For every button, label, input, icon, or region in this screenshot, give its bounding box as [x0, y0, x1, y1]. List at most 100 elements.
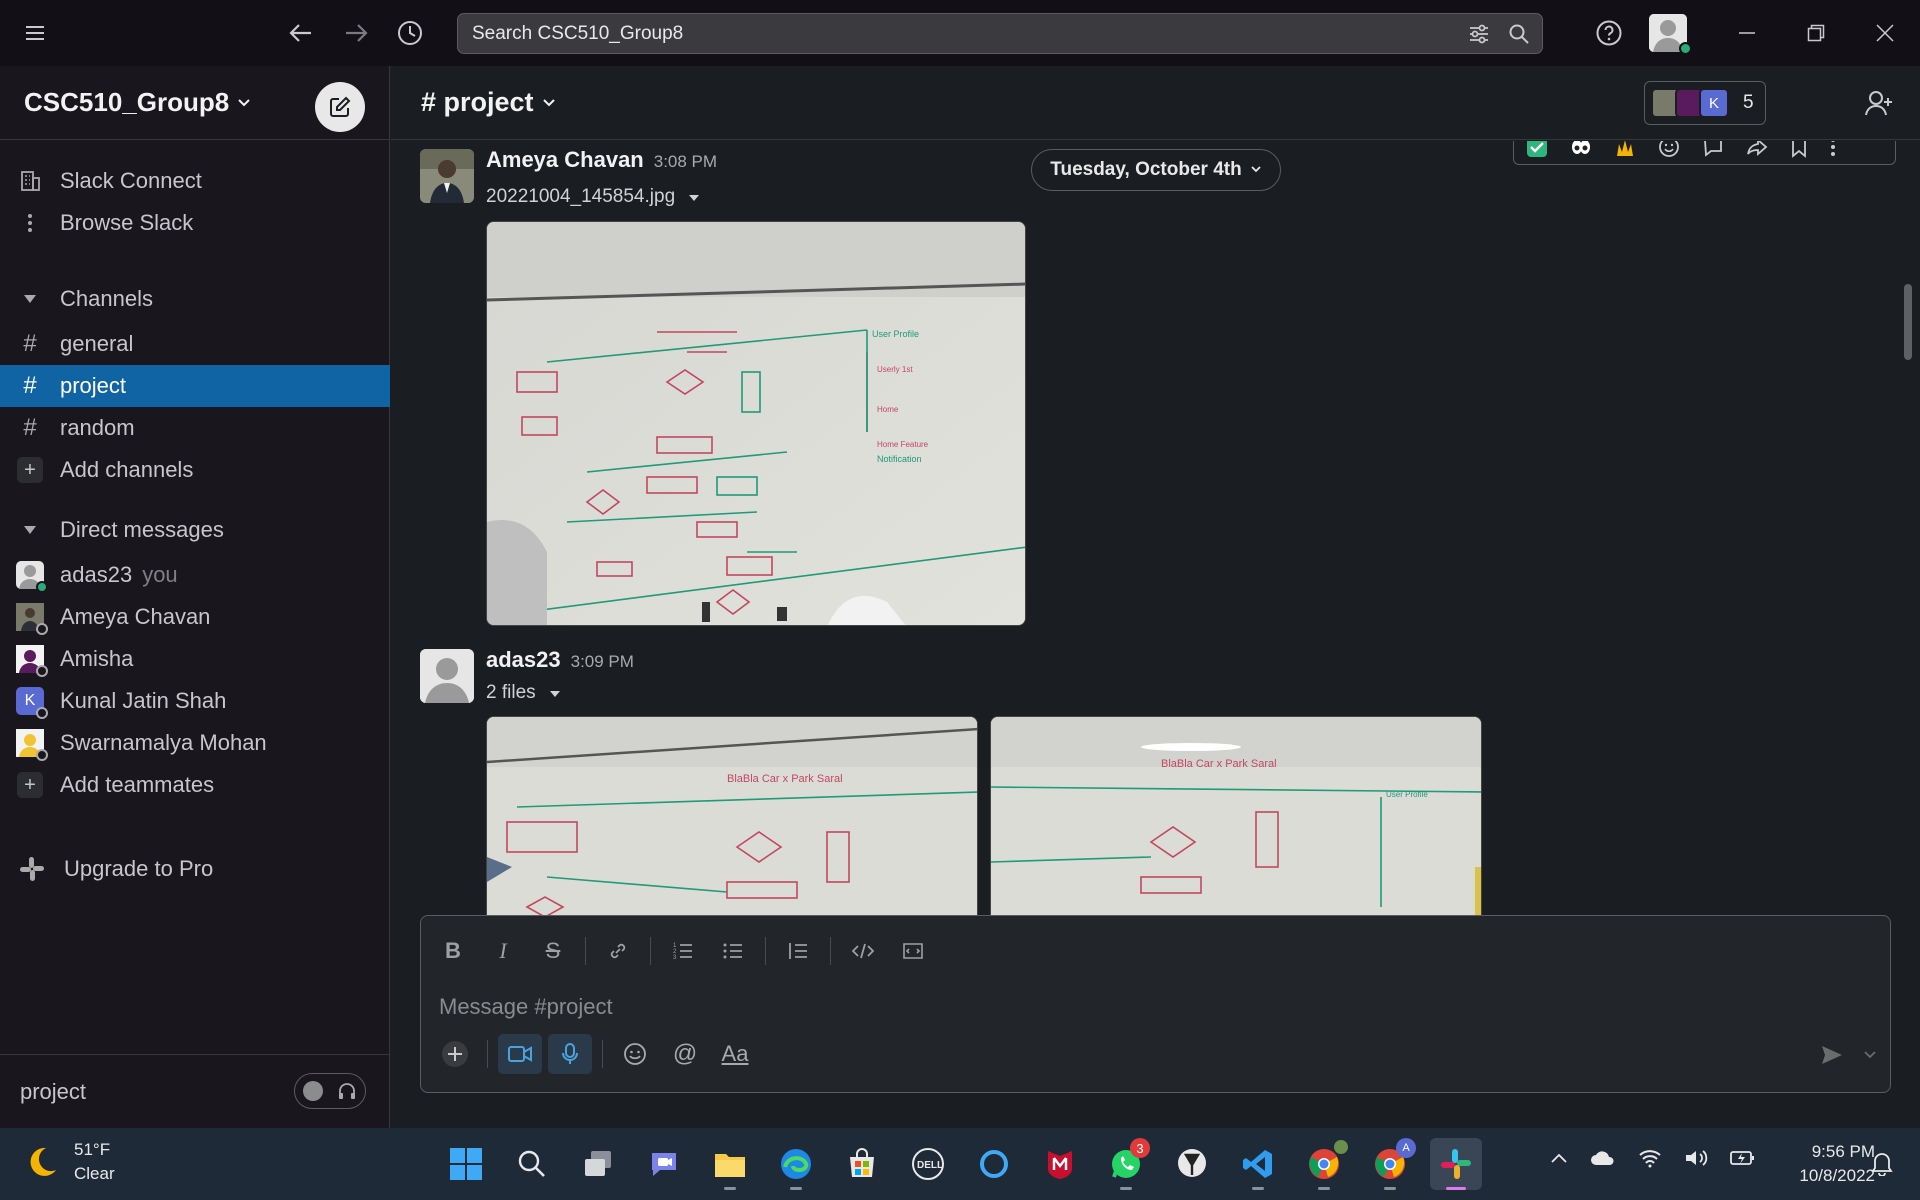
chevron-down-icon[interactable] [1864, 1051, 1876, 1059]
channel-title[interactable]: # project [421, 87, 534, 118]
volume-icon[interactable] [1684, 1148, 1708, 1168]
help-icon[interactable] [1594, 18, 1624, 48]
ordered-list-icon[interactable]: 123 [661, 934, 705, 968]
close-icon[interactable] [1870, 18, 1900, 48]
add-member-icon[interactable] [1854, 81, 1904, 125]
teams-chat-icon[interactable] [638, 1138, 690, 1190]
sidebar-item-browse-slack[interactable]: Browse Slack [0, 202, 390, 244]
chevron-up-icon[interactable] [1550, 1152, 1568, 1164]
attach-plus-button[interactable] [433, 1034, 477, 1074]
mcafee-icon[interactable] [1034, 1138, 1086, 1190]
cortana-icon[interactable] [968, 1138, 1020, 1190]
emoji-icon[interactable] [613, 1034, 657, 1074]
message-timestamp[interactable]: 3:08 PM [654, 152, 717, 171]
scrollbar-thumb[interactable] [1904, 284, 1912, 360]
author-name[interactable]: Ameya Chavan [486, 147, 644, 172]
toolbar-divider [765, 937, 766, 965]
add-teammates-button[interactable]: + Add teammates [0, 764, 390, 806]
dm-item-ameya-chavan[interactable]: Ameya Chavan [0, 596, 390, 638]
dm-section-header[interactable]: Direct messages [0, 509, 390, 551]
notification-bell-icon[interactable] [1870, 1150, 1894, 1176]
hash-icon: # [23, 414, 37, 441]
link-icon[interactable] [596, 934, 640, 968]
channels-section-header[interactable]: Channels [0, 278, 390, 320]
slack-icon[interactable] [1430, 1138, 1482, 1190]
edge-browser-icon[interactable] [770, 1138, 822, 1190]
message-placeholder: Message #project [439, 994, 613, 1019]
text-format-icon[interactable]: Aa [713, 1034, 757, 1074]
sidebar-item-random[interactable]: # random [0, 407, 390, 449]
svg-text:User Profile: User Profile [1386, 790, 1428, 799]
video-clip-icon[interactable] [498, 1034, 542, 1074]
battery-charging-icon[interactable] [1730, 1149, 1756, 1167]
workspace-header[interactable]: CSC510_Group8 [0, 66, 389, 140]
blockquote-icon[interactable] [776, 934, 820, 968]
chevron-down-icon[interactable] [542, 98, 556, 108]
search-icon[interactable] [1508, 23, 1530, 45]
dm-item-amisha[interactable]: Amisha [0, 638, 390, 680]
message-author[interactable]: adas23 3:09 PM [486, 647, 634, 673]
author-name[interactable]: adas23 [486, 647, 561, 672]
restore-icon[interactable] [1801, 18, 1831, 48]
onedrive-cloud-icon[interactable] [1590, 1149, 1616, 1167]
microphone-icon[interactable] [548, 1034, 592, 1074]
workspace-name[interactable]: CSC510_Group8 [24, 87, 229, 118]
file-count-label[interactable]: 2 files [486, 682, 561, 704]
date-divider-button[interactable]: Tuesday, October 4th [1031, 149, 1281, 191]
caret-down-icon[interactable] [688, 194, 700, 202]
code-block-icon[interactable] [891, 934, 935, 968]
forward-arrow-icon[interactable] [341, 18, 371, 48]
file-explorer-icon[interactable] [704, 1138, 756, 1190]
mention-icon[interactable]: @ [663, 1034, 707, 1074]
svg-text:Notification: Notification [877, 454, 922, 464]
taskbar-clock[interactable]: 9:56 PM 10/8/2022 [1760, 1140, 1875, 1188]
wifi-icon[interactable] [1638, 1148, 1662, 1168]
menu-icon[interactable] [20, 18, 50, 48]
task-view-icon[interactable] [572, 1138, 624, 1190]
dm-item-kunal-jatin-shah[interactable]: K Kunal Jatin Shah [0, 680, 390, 722]
whatsapp-icon[interactable]: 3 [1100, 1138, 1152, 1190]
chevron-down-icon[interactable] [237, 98, 251, 108]
upgrade-to-pro-button[interactable]: Upgrade to Pro [0, 848, 390, 890]
dell-icon[interactable]: DELL [902, 1138, 954, 1190]
search-input[interactable]: Search CSC510_Group8 [457, 13, 1543, 54]
caret-down-icon[interactable] [549, 690, 561, 698]
inkscape-icon[interactable] [1166, 1138, 1218, 1190]
profile-badge [1332, 1138, 1350, 1156]
microsoft-store-icon[interactable] [836, 1138, 888, 1190]
italic-icon[interactable]: I [481, 934, 525, 968]
whiteboard-photo[interactable]: Userly 1st Home Home Feature User Profile N… [486, 221, 1026, 626]
history-clock-icon[interactable] [395, 18, 425, 48]
avatar[interactable] [420, 149, 474, 203]
compose-button[interactable] [315, 82, 365, 132]
sidebar-item-general[interactable]: # general [0, 323, 390, 365]
members-button[interactable]: K 5 [1644, 81, 1766, 125]
message-input[interactable]: Message #project [439, 994, 613, 1020]
vscode-icon[interactable] [1232, 1138, 1284, 1190]
chrome-profile-icon[interactable]: A [1364, 1138, 1416, 1190]
toolbar-divider [830, 937, 831, 965]
code-icon[interactable] [841, 934, 885, 968]
bold-icon[interactable]: B [431, 934, 475, 968]
search-icon[interactable] [506, 1138, 558, 1190]
start-menu-icon[interactable] [440, 1138, 492, 1190]
minimize-icon[interactable] [1732, 18, 1762, 48]
back-arrow-icon[interactable] [286, 18, 316, 48]
send-icon[interactable] [1820, 1044, 1844, 1066]
add-channels-button[interactable]: + Add channels [0, 449, 390, 491]
avatar[interactable] [420, 649, 474, 703]
chrome-icon[interactable] [1298, 1138, 1350, 1190]
sidebar-item-slack-connect[interactable]: Slack Connect [0, 160, 390, 202]
search-filter-icon[interactable] [1468, 23, 1490, 45]
message-timestamp[interactable]: 3:09 PM [571, 652, 634, 671]
bulleted-list-icon[interactable] [711, 934, 755, 968]
dm-item-swarnamalya-mohan[interactable]: Swarnamalya Mohan [0, 722, 390, 764]
message-author[interactable]: Ameya Chavan 3:08 PM [486, 147, 717, 173]
file-name-label[interactable]: 20221004_145854.jpg [486, 186, 700, 208]
sidebar-item-project[interactable]: # project [0, 365, 390, 407]
huddle-toggle[interactable] [294, 1073, 366, 1109]
weather-widget[interactable]: 51°F Clear [24, 1138, 115, 1186]
strikethrough-icon[interactable]: S [531, 934, 575, 968]
dm-item-adas23[interactable]: adas23 you [0, 554, 390, 596]
headphones-icon [337, 1081, 357, 1101]
